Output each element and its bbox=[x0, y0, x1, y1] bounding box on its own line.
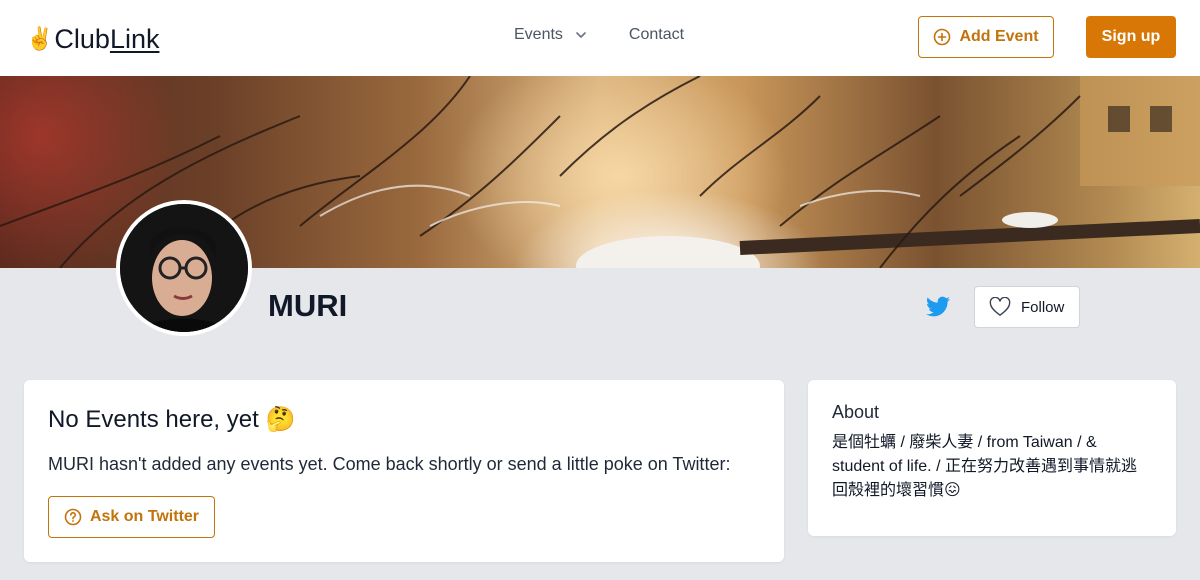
ask-on-twitter-label: Ask on Twitter bbox=[89, 508, 200, 525]
ask-on-twitter-button[interactable]: Ask on Twitter bbox=[48, 496, 215, 538]
logo-text-club: Club bbox=[54, 23, 110, 54]
nav-events-dropdown[interactable]: Events bbox=[514, 26, 588, 44]
events-card-message: MURI hasn't added any events yet. Come b… bbox=[48, 454, 731, 474]
add-event-label: Add Event bbox=[959, 28, 1039, 45]
events-card: No Events here, yet 🤔 MURI hasn't added … bbox=[24, 380, 784, 562]
avatar-photo bbox=[120, 204, 248, 332]
logo-text-link: Link bbox=[109, 23, 160, 54]
about-title: About bbox=[832, 402, 880, 422]
add-event-button[interactable]: Add Event bbox=[918, 16, 1054, 58]
follow-label: Follow bbox=[1021, 298, 1065, 316]
events-card-title: No Events here, yet 🤔 bbox=[48, 406, 296, 433]
heart-icon bbox=[989, 297, 1011, 316]
site-header: ✌️ Club Link Events Contact Add Event Si… bbox=[0, 0, 1200, 76]
sign-up-button[interactable]: Sign up bbox=[1086, 16, 1176, 58]
clublink-logo[interactable]: ✌️ Club Link bbox=[26, 22, 159, 56]
nav-events-label: Events bbox=[514, 26, 563, 43]
follow-button[interactable]: Follow bbox=[974, 286, 1080, 328]
nav-contact-link[interactable]: Contact bbox=[629, 26, 684, 44]
chevron-down-icon bbox=[576, 32, 586, 38]
person-portrait-illustration bbox=[120, 204, 248, 332]
plus-circle-icon bbox=[934, 28, 951, 46]
main-nav: Events Contact bbox=[514, 26, 684, 44]
about-card: About 是個牡蠣 / 廢柴人妻 / from Taiwan / & stud… bbox=[808, 380, 1176, 536]
question-circle-icon bbox=[64, 508, 82, 526]
profile-name: MURI bbox=[268, 288, 348, 323]
victory-hand-icon: ✌️ bbox=[26, 26, 54, 51]
twitter-icon[interactable] bbox=[924, 294, 952, 320]
profile-avatar bbox=[116, 200, 252, 336]
about-text: 是個牡蠣 / 廢柴人妻 / from Taiwan / & student of… bbox=[832, 434, 1137, 499]
